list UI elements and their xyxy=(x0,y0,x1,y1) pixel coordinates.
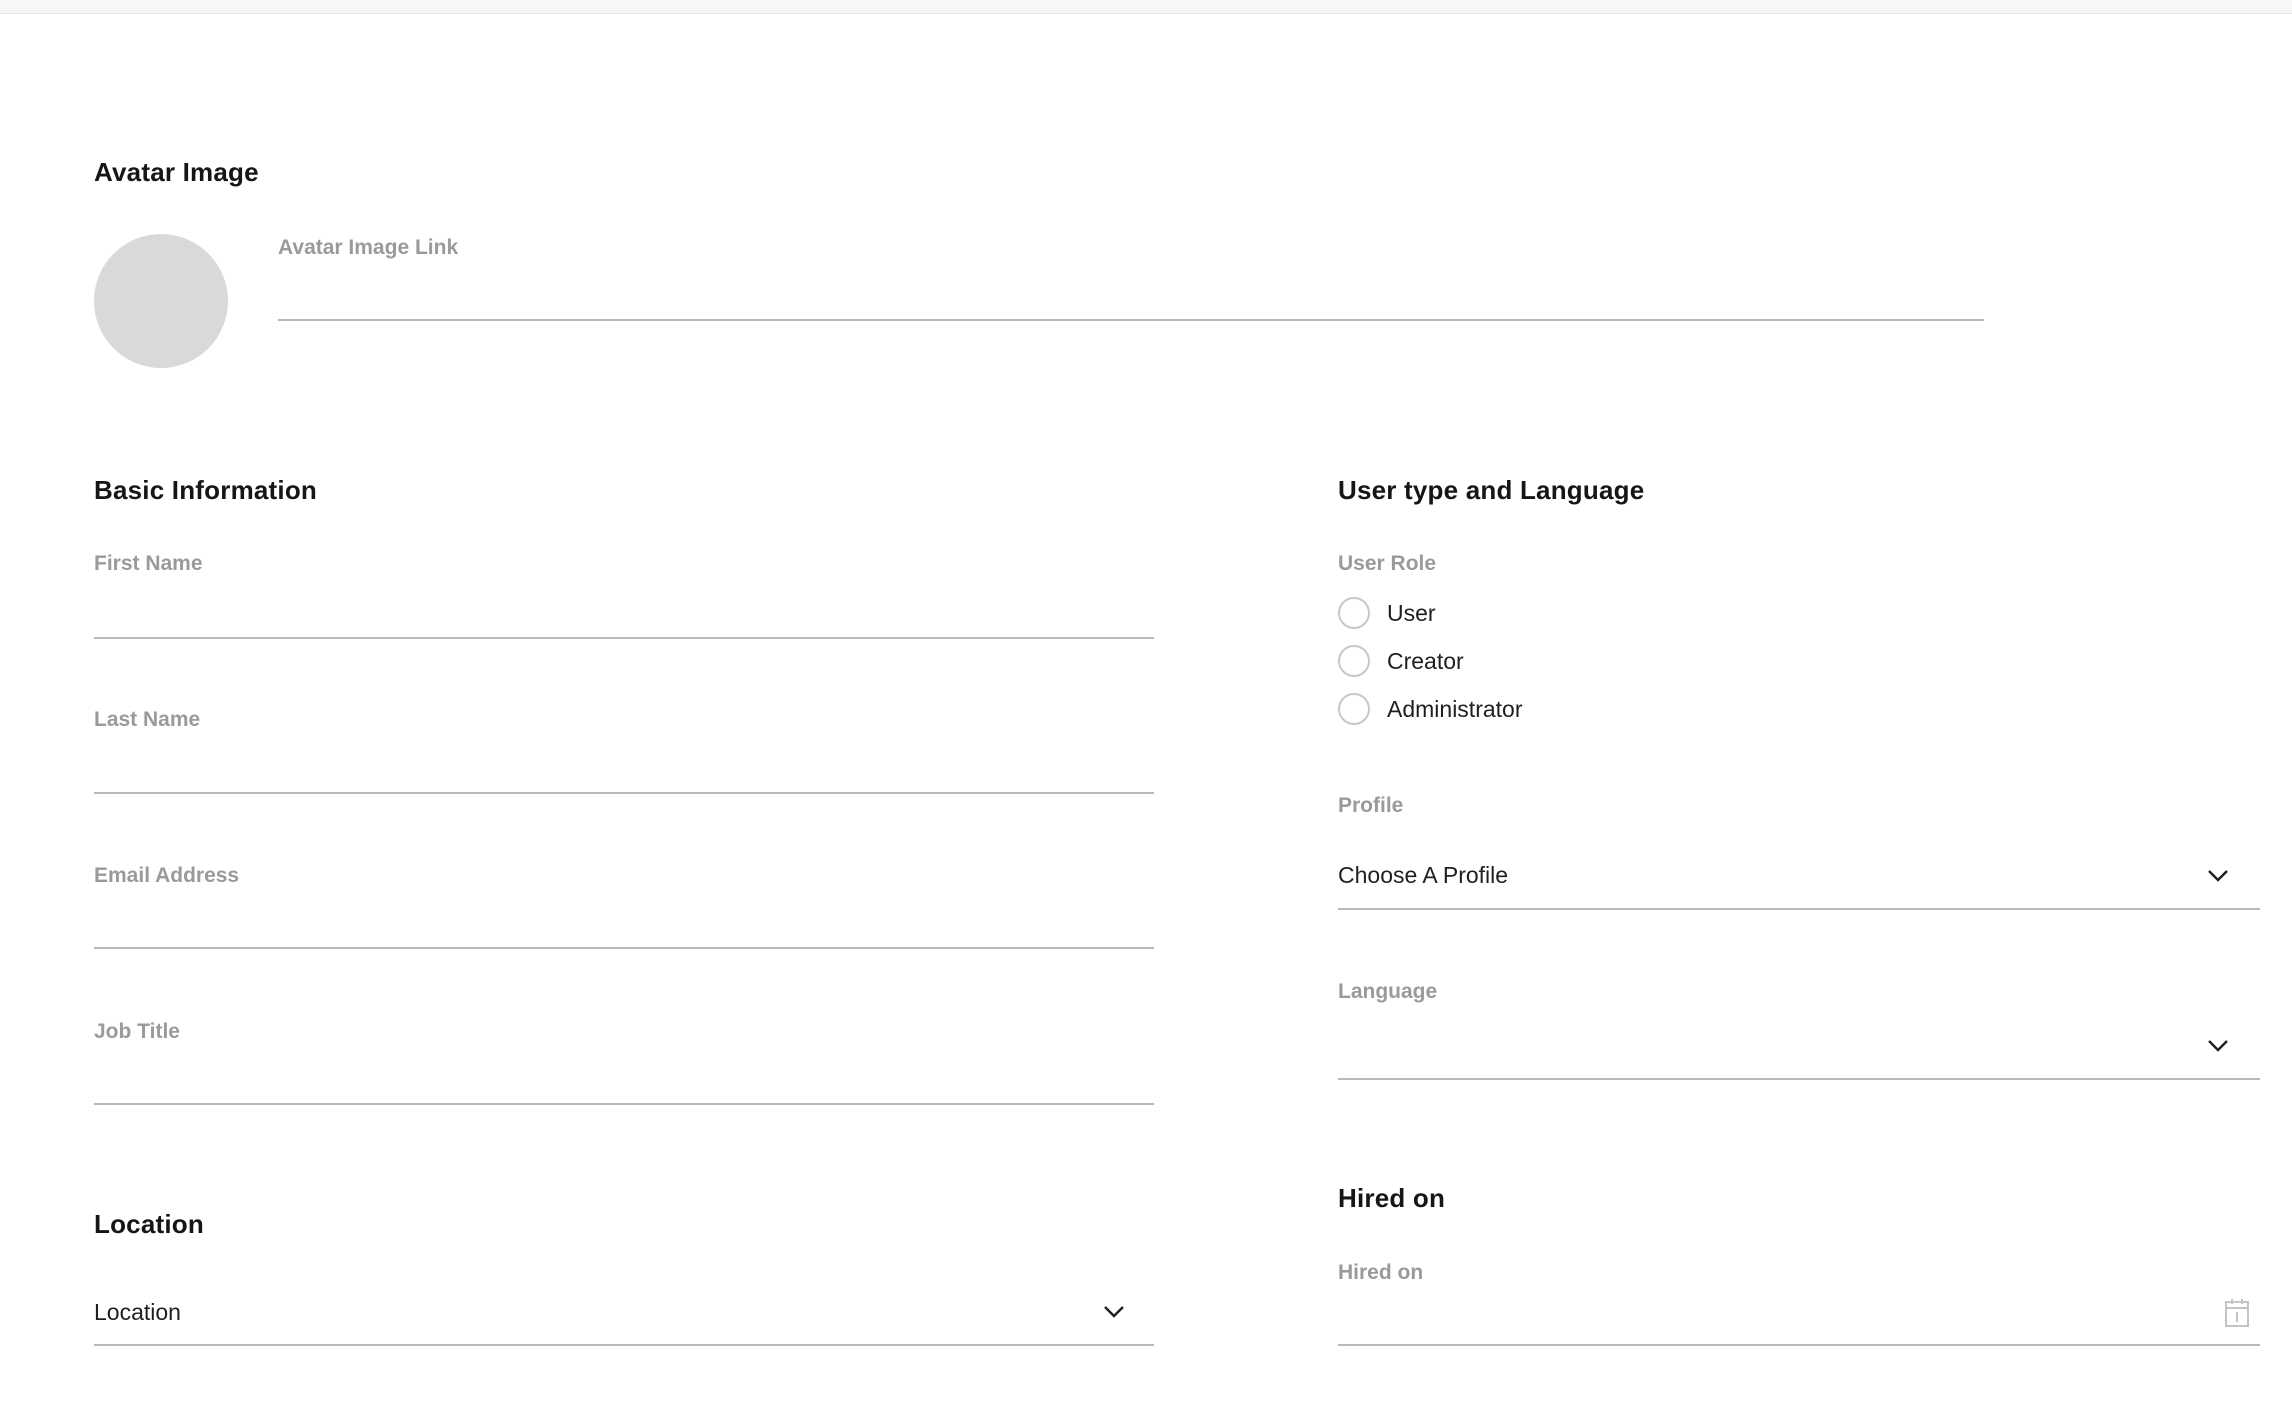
calendar-icon[interactable] xyxy=(2224,1298,2250,1328)
hired-on-title: Hired on xyxy=(1338,1183,1446,1213)
email-underline xyxy=(94,947,1154,949)
user-type-title: User type and Language xyxy=(1338,475,1645,505)
role-option-label: Administrator xyxy=(1387,695,1523,722)
first-name-label: First Name xyxy=(94,552,203,575)
role-option-label: User xyxy=(1387,599,1436,626)
radio-button[interactable] xyxy=(1338,645,1370,677)
job-title-label: Job Title xyxy=(94,1020,180,1043)
location-select-value[interactable]: Location xyxy=(94,1299,181,1326)
last-name-label: Last Name xyxy=(94,708,201,731)
basic-info-title: Basic Information xyxy=(94,475,317,505)
hired-on-label: Hired on xyxy=(1338,1261,1424,1284)
language-label: Language xyxy=(1338,980,1438,1003)
job-title-underline xyxy=(94,1103,1154,1105)
role-option-user[interactable]: User xyxy=(1338,596,1436,630)
hired-on-underline xyxy=(1338,1344,2260,1346)
avatar-link-label: Avatar Image Link xyxy=(278,236,459,259)
role-option-label: Creator xyxy=(1387,647,1464,674)
email-input[interactable] xyxy=(94,898,1154,946)
location-select-underline xyxy=(94,1344,1154,1346)
first-name-input[interactable] xyxy=(94,588,1154,636)
chevron-down-icon[interactable] xyxy=(2207,1039,2229,1053)
avatar-placeholder[interactable] xyxy=(94,234,228,368)
profile-select-value[interactable]: Choose A Profile xyxy=(1338,862,1508,889)
radio-button[interactable] xyxy=(1338,693,1370,725)
location-title: Location xyxy=(94,1209,204,1239)
email-label: Email Address xyxy=(94,864,240,887)
role-option-administrator[interactable]: Administrator xyxy=(1338,692,1522,726)
role-option-creator[interactable]: Creator xyxy=(1338,644,1464,678)
top-bar xyxy=(0,0,2292,14)
avatar-link-input[interactable] xyxy=(278,270,1984,318)
last-name-underline xyxy=(94,792,1154,794)
profile-label: Profile xyxy=(1338,794,1404,817)
profile-select-underline xyxy=(1338,908,2260,910)
chevron-down-icon[interactable] xyxy=(1103,1305,1125,1319)
last-name-input[interactable] xyxy=(94,743,1154,791)
user-role-label: User Role xyxy=(1338,552,1437,575)
language-select-underline xyxy=(1338,1078,2260,1080)
hired-on-input[interactable] xyxy=(1338,1294,2198,1342)
avatar-link-underline xyxy=(278,319,1984,321)
first-name-underline xyxy=(94,637,1154,639)
avatar-section-title: Avatar Image xyxy=(94,157,259,187)
chevron-down-icon[interactable] xyxy=(2207,869,2229,883)
radio-button[interactable] xyxy=(1338,597,1370,629)
user-form-page: Avatar Image Avatar Image Link Basic Inf… xyxy=(0,0,2292,1426)
job-title-input[interactable] xyxy=(94,1054,1154,1102)
